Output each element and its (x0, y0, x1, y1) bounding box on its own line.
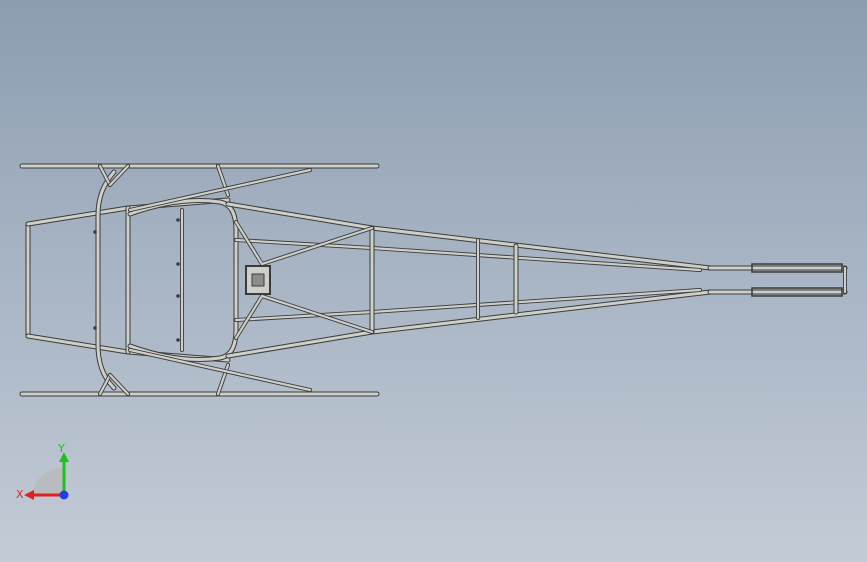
triad-plane-shade (32, 467, 64, 495)
x-arrow-head (24, 490, 34, 500)
y-axis-label: Y (57, 442, 65, 455)
front-axle-tubes (707, 263, 848, 297)
rear-cage (25, 197, 231, 363)
chassis-frame-model[interactable]: .t { fill:none; stroke:#3b3b3b; stroke-w… (0, 0, 867, 562)
cockpit-hoop (127, 198, 239, 362)
orientation-triad[interactable]: Y X (12, 440, 74, 510)
roll-hoop (95, 169, 117, 391)
main-frame-rails (225, 201, 713, 359)
x-axis-label: X (16, 488, 24, 501)
z-axis-dot (59, 490, 69, 500)
bolt-markers (93, 218, 180, 342)
engine-mount (245, 265, 271, 295)
graphics-viewport[interactable]: .t { fill:none; stroke:#3b3b3b; stroke-w… (0, 0, 867, 562)
